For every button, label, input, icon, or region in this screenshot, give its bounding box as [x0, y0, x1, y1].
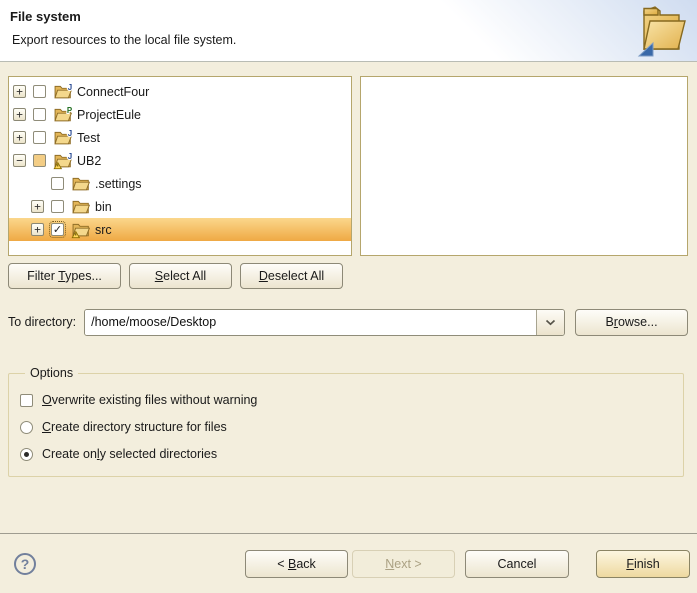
- options-group-title: Options: [25, 366, 78, 380]
- tree-item-checkbox[interactable]: [33, 85, 46, 98]
- tree-item-connectfour[interactable]: + J ConnectFour: [9, 80, 351, 103]
- page-description: Export resources to the local file syste…: [12, 33, 697, 47]
- wizard-header: File system Export resources to the loca…: [0, 0, 697, 62]
- tree-item-test[interactable]: + J Test: [9, 126, 351, 149]
- option-create-selected[interactable]: Create only selected directories: [20, 445, 673, 463]
- destination-row: To directory: Browse...: [8, 308, 688, 336]
- option-create-structure[interactable]: Create directory structure for files: [20, 418, 673, 436]
- tree-item-checkbox[interactable]: [51, 177, 64, 190]
- tree-expander-icon[interactable]: −: [13, 154, 26, 167]
- tree-item-label: Test: [77, 131, 100, 145]
- tree-item-checkbox[interactable]: [51, 200, 64, 213]
- folder-icon: [72, 199, 90, 215]
- option-label: Create directory structure for files: [42, 420, 227, 434]
- tree-item-projecteule[interactable]: + P ProjectEule: [9, 103, 351, 126]
- overwrite-checkbox[interactable]: [20, 394, 33, 407]
- back-button[interactable]: < Back: [245, 550, 348, 578]
- export-folder-icon: [635, 3, 687, 61]
- svg-text:J: J: [68, 82, 72, 91]
- deselect-all-button[interactable]: Deselect All: [240, 263, 343, 289]
- tree-item-label: ConnectFour: [77, 85, 149, 99]
- export-wizard-dialog: File system Export resources to the loca…: [0, 0, 697, 593]
- tree-item-src[interactable]: + ✓ src: [9, 218, 351, 241]
- tree-action-buttons: Filter Types... Select All Deselect All: [8, 263, 688, 289]
- tree-item-label: src: [95, 223, 112, 237]
- tree-expander-icon[interactable]: +: [13, 131, 26, 144]
- tree-item-bin[interactable]: + bin: [9, 195, 351, 218]
- folder-icon: [72, 176, 90, 192]
- next-button[interactable]: Next >: [352, 550, 455, 578]
- create-selected-radio[interactable]: [20, 448, 33, 461]
- option-overwrite[interactable]: Overwrite existing files without warning: [20, 391, 673, 409]
- svg-text:P: P: [67, 105, 73, 114]
- wizard-body: +JConnectFour+PProjectEule+JTest−JUB2+.s…: [0, 62, 697, 533]
- file-list-panel[interactable]: [360, 76, 688, 256]
- browse-button[interactable]: Browse...: [575, 309, 688, 336]
- resource-panels: +JConnectFour+PProjectEule+JTest−JUB2+.s…: [8, 76, 688, 256]
- tree-item-checkbox[interactable]: [33, 108, 46, 121]
- option-label: Overwrite existing files without warning: [42, 393, 257, 407]
- chevron-down-icon: [545, 319, 556, 326]
- cancel-button[interactable]: Cancel: [465, 550, 569, 578]
- tree-expander-icon[interactable]: +: [13, 108, 26, 121]
- create-structure-radio[interactable]: [20, 421, 33, 434]
- project-folder-icon: J: [54, 153, 72, 169]
- directory-input[interactable]: [85, 310, 536, 335]
- directory-combo: [84, 309, 565, 336]
- directory-label: To directory:: [8, 315, 76, 329]
- options-group: Options Overwrite existing files without…: [8, 366, 684, 477]
- tree-item-label: UB2: [77, 154, 101, 168]
- tree-expander-icon[interactable]: +: [13, 85, 26, 98]
- project-folder-icon: J: [54, 84, 72, 100]
- tree-item-checkbox[interactable]: [33, 131, 46, 144]
- filter-types-button[interactable]: Filter Types...: [8, 263, 121, 289]
- combo-dropdown-button[interactable]: [536, 310, 564, 335]
- tree-expander-icon[interactable]: +: [31, 200, 44, 213]
- tree-item-label: bin: [95, 200, 112, 214]
- tree-item-checkbox[interactable]: ✓: [51, 223, 64, 236]
- svg-text:J: J: [68, 151, 72, 160]
- folder-icon: [72, 222, 90, 238]
- page-title: File system: [10, 9, 697, 24]
- select-all-button[interactable]: Select All: [129, 263, 232, 289]
- finish-button[interactable]: Finish: [596, 550, 690, 578]
- wizard-footer: ? < Back Next > Cancel Finish: [0, 533, 697, 593]
- tree-item-ub2[interactable]: − J UB2: [9, 149, 351, 172]
- tree-item-label: ProjectEule: [77, 108, 141, 122]
- tree-item-checkbox[interactable]: [33, 154, 46, 167]
- option-label: Create only selected directories: [42, 447, 217, 461]
- project-folder-icon: P: [54, 107, 72, 123]
- resource-tree[interactable]: +JConnectFour+PProjectEule+JTest−JUB2+.s…: [8, 76, 352, 256]
- svg-text:J: J: [68, 128, 72, 137]
- tree-expander-icon[interactable]: +: [31, 223, 44, 236]
- tree-item-label: .settings: [95, 177, 142, 191]
- tree-item-settings[interactable]: +.settings: [9, 172, 351, 195]
- help-icon[interactable]: ?: [14, 553, 36, 575]
- project-folder-icon: J: [54, 130, 72, 146]
